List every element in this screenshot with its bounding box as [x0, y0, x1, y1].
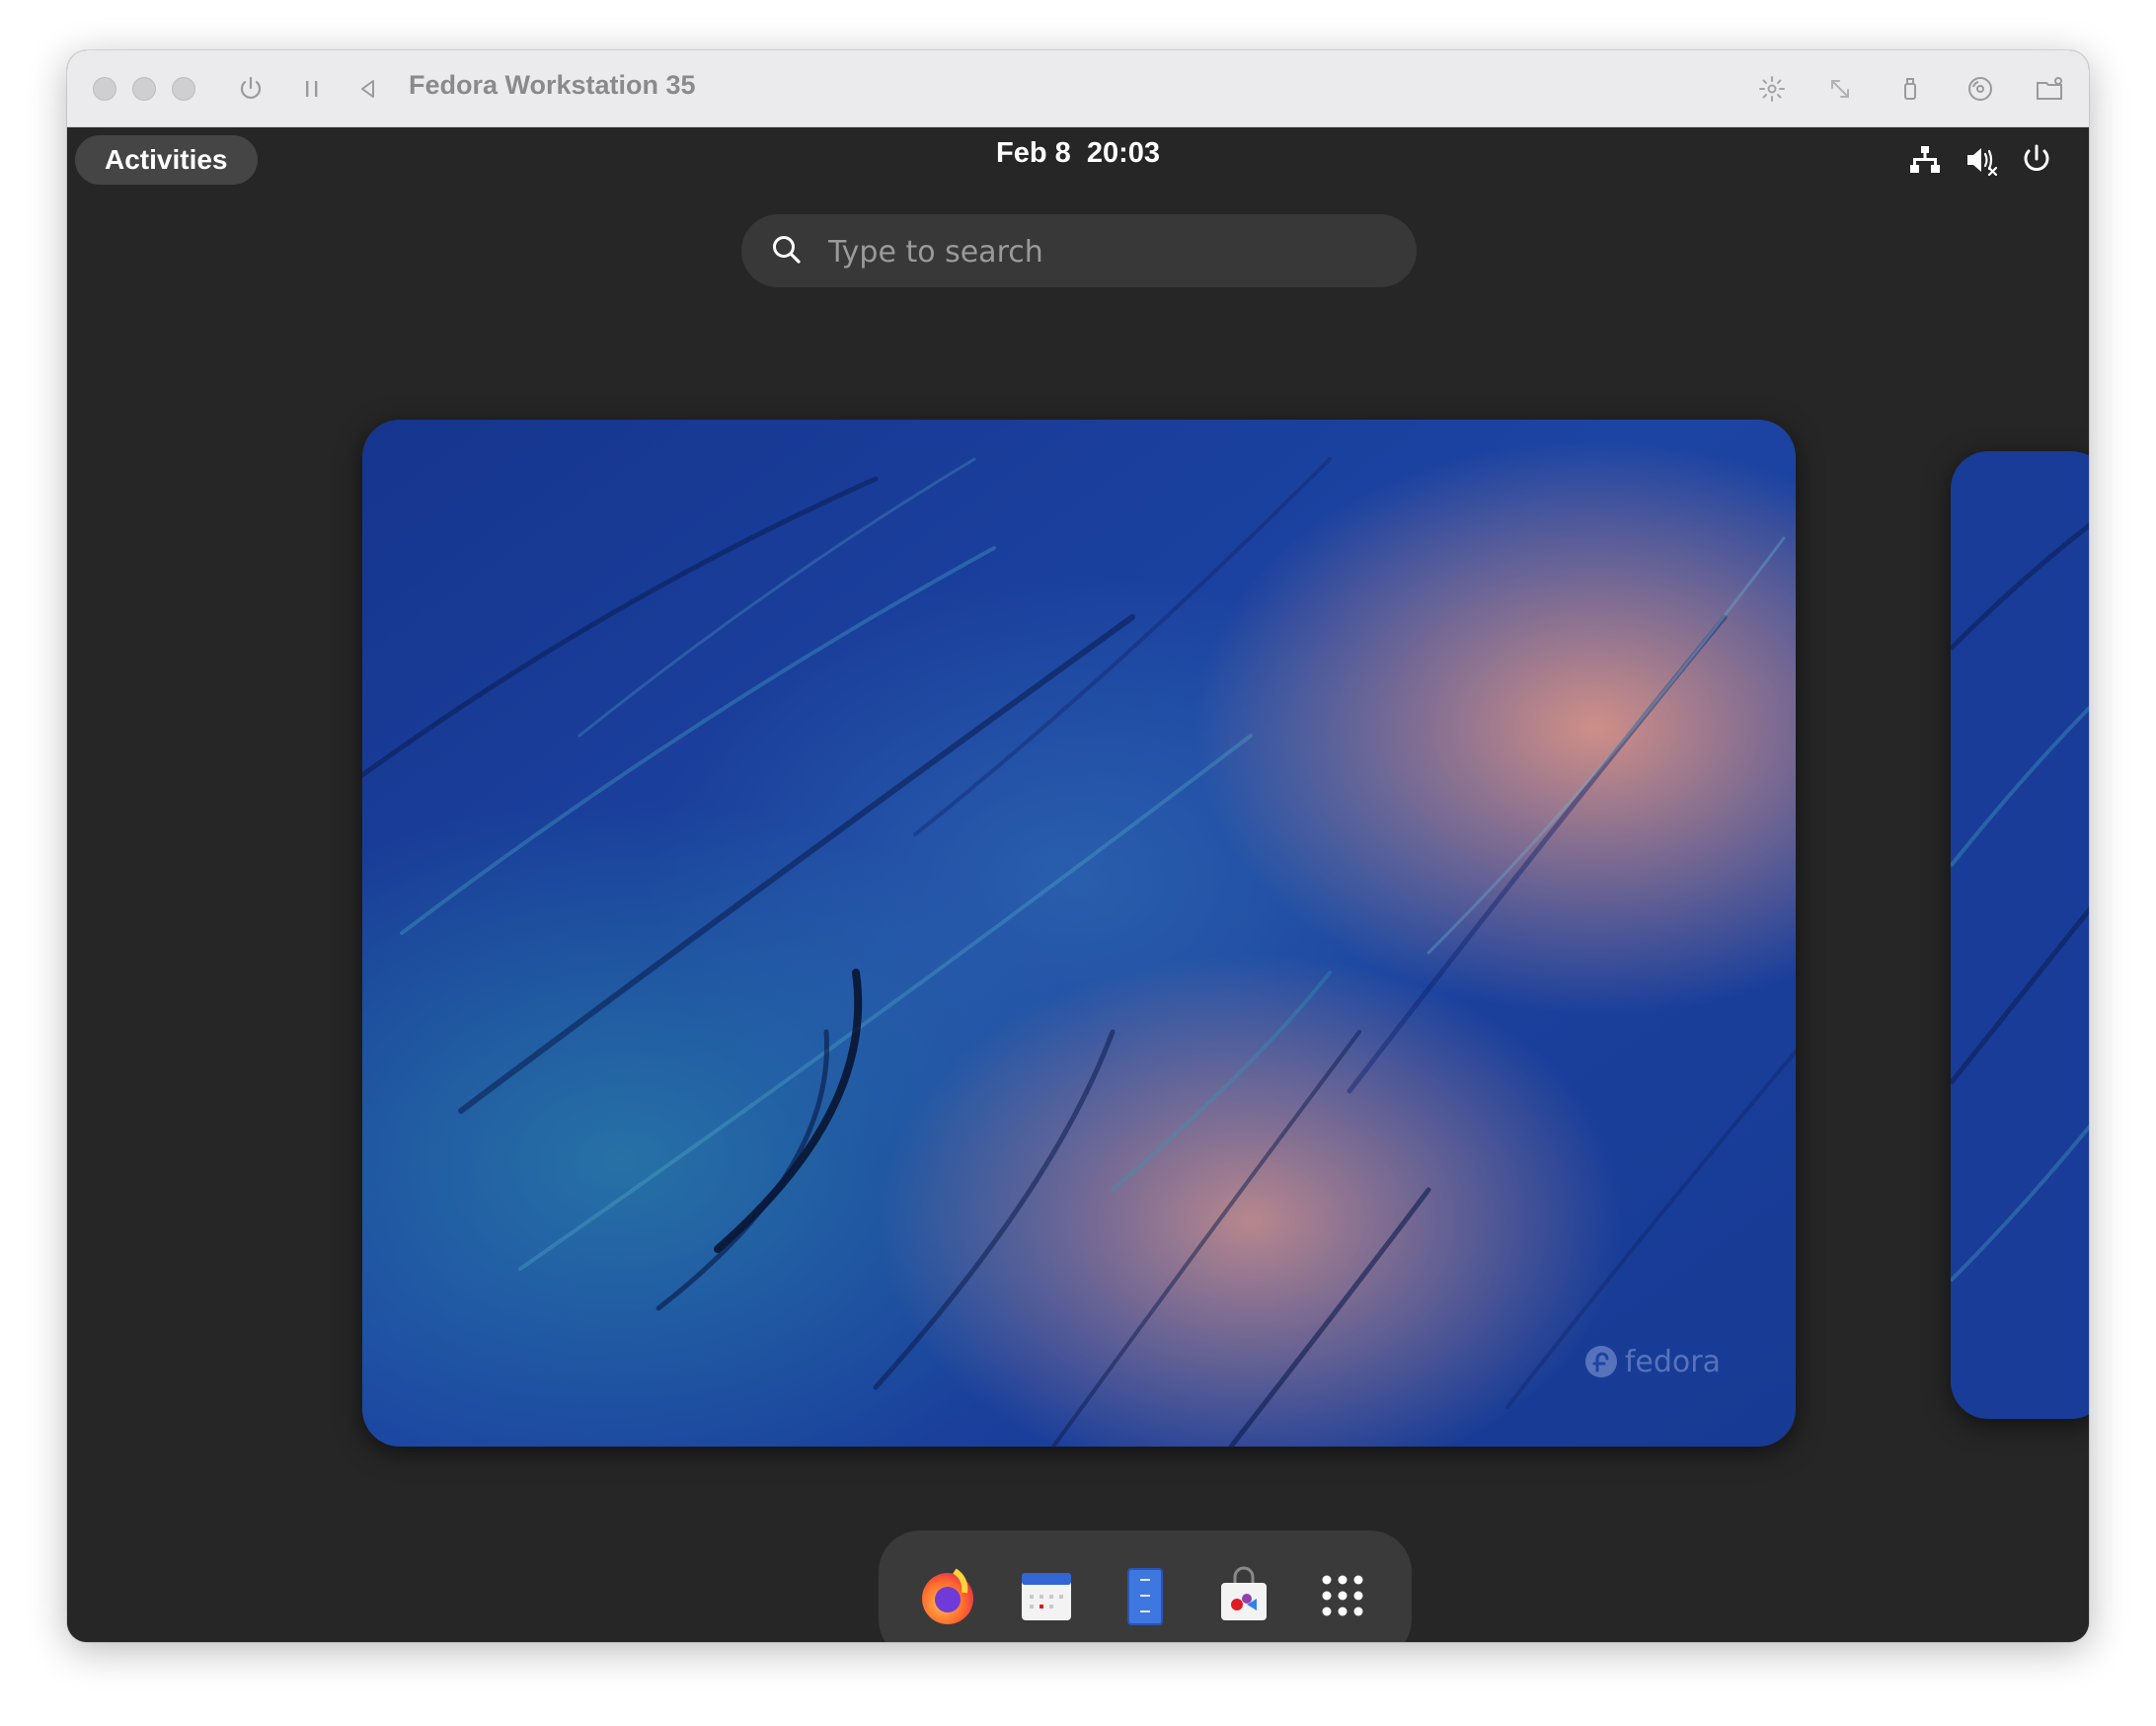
brightness-icon[interactable]: [1751, 68, 1793, 110]
search-entry[interactable]: [741, 214, 1417, 289]
gnome-overview: Activities Feb 8 20:03 Type to search fe…: [67, 127, 2089, 1642]
volume-muted-icon[interactable]: [1963, 141, 2000, 179]
vm-pause-icon[interactable]: [291, 68, 333, 110]
show-apps-icon[interactable]: [1307, 1560, 1378, 1631]
vm-back-icon[interactable]: [347, 68, 389, 110]
files-icon[interactable]: [1110, 1560, 1181, 1631]
wallpaper-peek: [1951, 451, 2089, 1419]
usb-icon[interactable]: [1889, 68, 1931, 110]
fedora-watermark: fedora: [1583, 1344, 1721, 1379]
firefox-icon[interactable]: [912, 1560, 983, 1631]
resize-icon[interactable]: [1819, 68, 1861, 110]
dash: [879, 1530, 1412, 1642]
date-time-clock[interactable]: Feb 8 20:03: [67, 137, 2089, 170]
gnome-top-bar: Activities Feb 8 20:03: [67, 127, 2089, 189]
vm-power-icon[interactable]: [230, 68, 271, 110]
fedora-watermark-text: fedora: [1624, 1344, 1721, 1379]
vm-window: Fedora Workstation 35 Activities Feb 8 2…: [67, 50, 2089, 1642]
search-input[interactable]: [826, 214, 1383, 289]
vm-titlebar: Fedora Workstation 35: [67, 50, 2089, 127]
power-icon[interactable]: [2018, 141, 2055, 179]
search-icon: [773, 236, 801, 264]
software-icon[interactable]: [1208, 1560, 1279, 1631]
disc-icon[interactable]: [1960, 68, 2001, 110]
network-wired-icon[interactable]: [1906, 141, 1944, 179]
wallpaper: [362, 420, 1796, 1447]
close-window-button[interactable]: [93, 77, 116, 101]
zoom-window-button[interactable]: [172, 77, 195, 101]
fedora-logo-icon: [1584, 1346, 1617, 1377]
minimize-window-button[interactable]: [132, 77, 156, 101]
calendar-icon[interactable]: [1011, 1560, 1082, 1631]
workspace-thumbnail-current[interactable]: fedora: [362, 420, 1796, 1447]
vm-window-title: Fedora Workstation 35: [409, 70, 696, 100]
workspace-thumbnail-next[interactable]: [1951, 451, 2089, 1419]
shared-folder-icon[interactable]: [2029, 68, 2070, 110]
